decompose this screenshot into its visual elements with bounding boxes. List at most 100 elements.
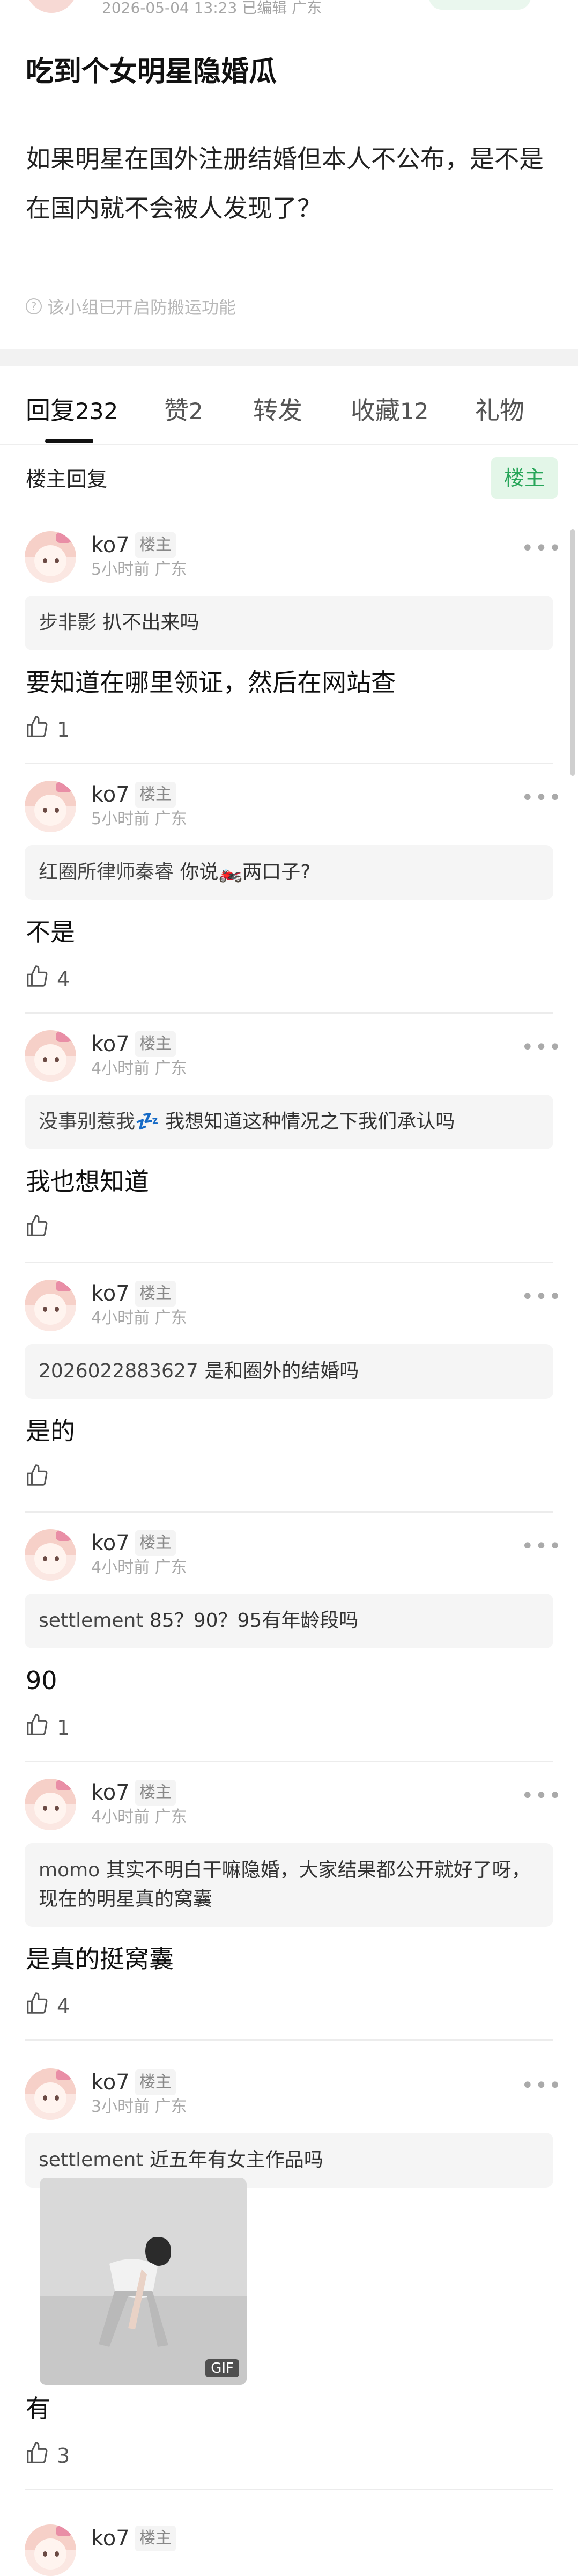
avatar[interactable] [25, 2068, 76, 2120]
avatar[interactable] [25, 2524, 76, 2576]
like-button[interactable] [25, 1463, 57, 1493]
avatar[interactable] [25, 781, 76, 832]
avatar[interactable] [25, 531, 76, 583]
avatar-eye [55, 808, 59, 813]
quoted-text: 近五年有女主作品吗 [149, 2149, 323, 2171]
comment-divider [25, 763, 553, 764]
like-count: 4 [57, 967, 70, 991]
avatar-eye [43, 1556, 47, 1561]
more-options-icon[interactable]: ••• [521, 1037, 561, 1058]
thumbs-up-icon [25, 1991, 49, 2021]
comment-divider [25, 1761, 553, 1762]
like-button[interactable]: 4 [25, 964, 70, 994]
more-options-icon[interactable]: ••• [521, 1785, 561, 1807]
avatar-eye [43, 558, 47, 563]
thumbs-up-icon [25, 2441, 49, 2470]
thumbs-up-icon [25, 964, 49, 994]
quoted-reply[interactable]: settlement 85？90？95有年龄段吗 [25, 1594, 553, 1648]
quoted-reply[interactable]: 没事别惹我💤 我想知道这种情况之下我们承认吗 [25, 1095, 553, 1149]
avatar-eye [55, 2551, 59, 2557]
username[interactable]: ko7 [91, 1780, 130, 1806]
avatar[interactable] [25, 1529, 76, 1581]
username[interactable]: ko7 [91, 782, 130, 808]
post-body: 如果明星在国外注册结婚但本人不公布，是不是在国内就不会被人发现了？ [26, 144, 544, 223]
more-options-icon[interactable]: ••• [521, 2075, 561, 2096]
owner-badge: 楼主 [135, 782, 176, 808]
thumbs-up-icon [25, 715, 49, 744]
avatar[interactable] [25, 1280, 76, 1331]
quoted-reply[interactable]: 红圈所律师秦睿 你说🏍️两口子? [25, 845, 553, 900]
avatar-eye [55, 1307, 59, 1312]
more-options-icon[interactable]: ••• [521, 1536, 561, 1557]
quoted-reply[interactable]: 步非影 扒不出来吗 [25, 596, 553, 650]
username[interactable]: ko7 [91, 1281, 130, 1307]
quoted-user: 没事别惹我💤 [39, 1111, 159, 1133]
avatar-bow [56, 782, 72, 792]
comment-divider [25, 2039, 553, 2041]
tab-replies[interactable]: 回复232 [26, 392, 118, 430]
quoted-reply[interactable]: momo 其实不明白干嘛隐婚，大家结果都公开就好了呀，现在的明星真的窝囊 [25, 1843, 553, 1927]
username[interactable]: ko7 [91, 1031, 130, 1057]
author-avatar[interactable] [26, 0, 77, 13]
gif-image[interactable]: GIF [40, 2178, 247, 2385]
avatar-eye [55, 1057, 59, 1062]
comment-meta: 4小时前 广东 [91, 1059, 187, 1078]
username[interactable]: ko7 [91, 532, 130, 558]
more-options-icon[interactable]: ••• [521, 1286, 561, 1308]
like-button[interactable]: 1 [25, 1713, 70, 1742]
quoted-text: 你说🏍️两口子? [180, 861, 311, 883]
avatar-eye [43, 808, 47, 813]
avatar-face [34, 795, 66, 826]
avatar-bow [56, 2526, 72, 2536]
owner-badge: 楼主 [135, 1281, 176, 1307]
like-button[interactable] [25, 1214, 57, 1243]
scrollbar[interactable] [570, 529, 575, 776]
more-options-icon[interactable]: ••• [521, 787, 561, 809]
gif-person-illustration [99, 2237, 171, 2347]
more-options-icon[interactable]: ••• [521, 538, 561, 559]
tab-label: 礼物 [475, 396, 524, 425]
like-button[interactable]: 1 [25, 715, 70, 744]
like-button[interactable]: 4 [25, 1991, 70, 2021]
tab-favorites[interactable]: 收藏12 [351, 392, 428, 430]
comment-divider [25, 2489, 553, 2490]
owner-badge: 楼主 [135, 2526, 176, 2551]
comment-divider [25, 1511, 553, 1513]
tab-reposts[interactable]: 转发 [253, 392, 302, 429]
owner-badge: 楼主 [135, 1530, 176, 1556]
avatar[interactable] [25, 1030, 76, 1082]
quoted-reply[interactable]: 2026022883627 是和圈外的结婚吗 [25, 1344, 553, 1399]
username[interactable]: ko7 [91, 2069, 130, 2095]
reply-text: 不是 [26, 918, 75, 946]
quoted-user: 2026022883627 [39, 1360, 198, 1382]
like-button[interactable]: 3 [25, 2441, 70, 2470]
tab-likes[interactable]: 赞2 [164, 392, 203, 430]
quoted-user: 步非影 [39, 612, 97, 634]
avatar-face [34, 1543, 66, 1574]
avatar-bow [56, 1281, 72, 1291]
avatar-bow [56, 532, 72, 543]
comment-meta: 4小时前 广东 [91, 1558, 187, 1577]
username[interactable]: ko7 [91, 1530, 130, 1556]
tab-label: 收藏 [351, 396, 400, 425]
quoted-text: 扒不出来吗 [102, 612, 199, 634]
username[interactable]: ko7 [91, 2526, 130, 2551]
avatar-eye [55, 2095, 59, 2101]
active-tab-indicator [45, 439, 93, 443]
avatar[interactable] [25, 1779, 76, 1830]
comment-meta: 3小时前 广东 [91, 2097, 187, 2116]
follow-button[interactable] [429, 0, 531, 10]
question-icon: ? [26, 298, 42, 314]
avatar-bow [56, 1530, 72, 1541]
reply-text: 我也想知道 [26, 1167, 149, 1196]
quoted-text: 其实不明白干嘛隐婚，大家结果都公开就好了呀，现在的明星真的窝囊 [39, 1859, 531, 1910]
thumbs-up-icon [25, 1463, 49, 1493]
avatar-bow [56, 2069, 72, 2080]
anti-repost-text: 该小组已开启防搬运功能 [47, 297, 236, 318]
comment-divider [25, 1262, 553, 1263]
owner-only-filter-button[interactable]: 楼主 [491, 457, 558, 499]
avatar-eye [43, 2551, 47, 2557]
like-count: 3 [57, 2443, 70, 2468]
tab-gifts[interactable]: 礼物 [475, 392, 524, 429]
like-count: 1 [57, 717, 70, 742]
